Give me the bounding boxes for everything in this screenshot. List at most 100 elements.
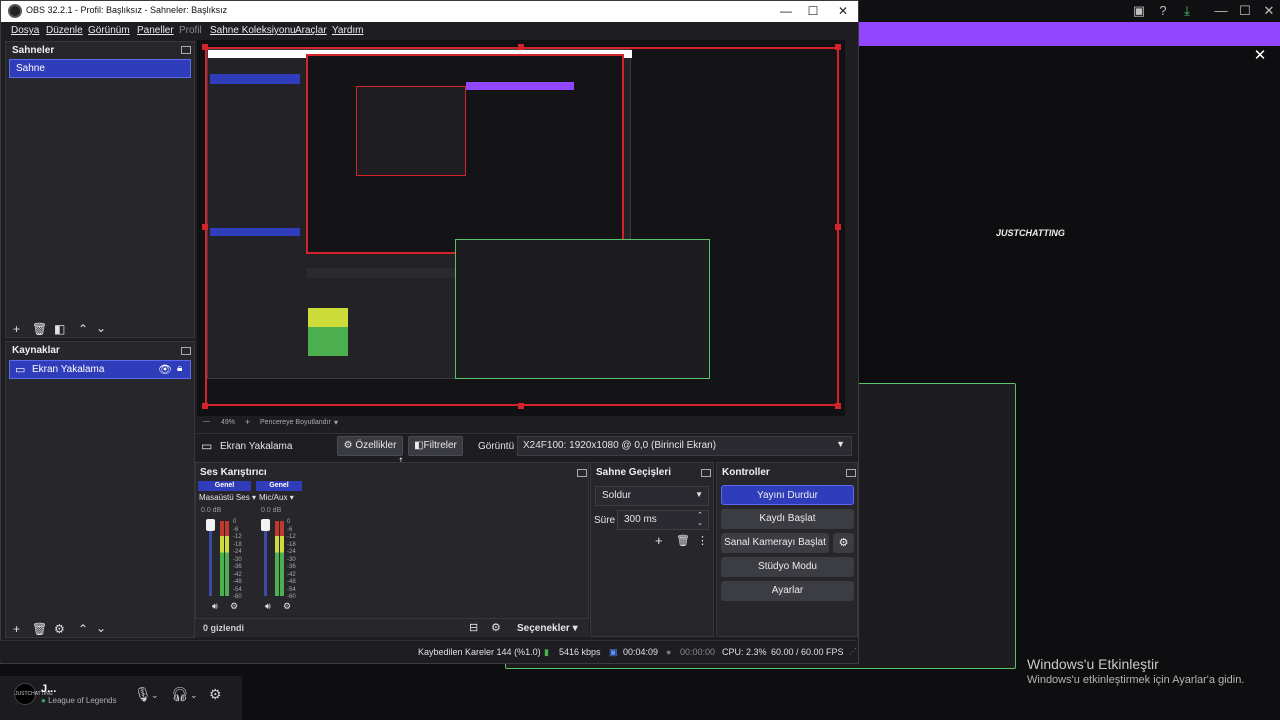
help-icon[interactable]: ? [1155, 3, 1171, 19]
speaker-icon[interactable]: 🔊︎ [265, 601, 271, 612]
chevron-down-icon[interactable]: ⌄ [151, 690, 159, 701]
volume-slider-track[interactable] [209, 521, 212, 596]
transform-handle[interactable] [835, 224, 841, 230]
transform-handle[interactable] [202, 224, 208, 230]
volume-slider-handle[interactable] [206, 519, 215, 531]
screen-capture-preview[interactable] [205, 47, 839, 406]
remove-source-icon[interactable]: 🗑︎ [32, 622, 47, 636]
start-recording-button[interactable]: Kaydı Başlat [721, 509, 854, 529]
scene-item[interactable]: Sahne [9, 59, 191, 78]
chevron-down-icon[interactable]: ▾ [334, 418, 338, 427]
menu-tools[interactable]: Araçlar [295, 25, 327, 36]
float-dock-icon[interactable] [181, 347, 191, 355]
chevron-down-icon[interactable]: ▼ [836, 439, 845, 449]
more-options-icon[interactable]: ⋮ [697, 534, 708, 547]
streaming-icon: ▣ [609, 647, 618, 657]
settings-gear-icon[interactable]: ⚙ [209, 686, 222, 703]
inbox-icon[interactable]: ▣ [1131, 3, 1147, 19]
channel-settings-icon[interactable]: ⚙ [283, 601, 291, 612]
transition-value: Soldur [602, 490, 631, 501]
add-source-icon[interactable]: + [13, 622, 20, 636]
transform-handle[interactable] [518, 44, 524, 50]
display-select[interactable]: X24F100: 1920x1080 @ 0,0 (Birincil Ekran… [517, 436, 852, 456]
properties-button[interactable]: ⚙ Özellikler [337, 436, 403, 456]
minimize-button[interactable]: — [772, 3, 800, 19]
lock-icon[interactable]: 🔒︎ [177, 363, 182, 374]
eye-icon[interactable]: 👁︎ [158, 363, 172, 376]
chevron-up-icon[interactable]: ⌃ [697, 511, 703, 519]
close-button[interactable]: ✕ [829, 3, 857, 19]
channel-settings-icon[interactable]: ⚙ [230, 601, 238, 612]
zoom-out-icon[interactable]: — [203, 418, 210, 425]
fit-to-window[interactable]: Pencereye Boyutlandır [260, 419, 331, 426]
audio-mixer-dock: Ses Karıştırıcı [195, 462, 589, 637]
menu-help[interactable]: Yardım [332, 25, 364, 36]
download-icon[interactable]: ⤓ [1179, 3, 1195, 19]
menu-profile[interactable]: Profil [179, 25, 202, 36]
add-transition-icon[interactable]: + [655, 533, 663, 548]
activation-title: Windows'u Etkinleştir [1027, 656, 1159, 672]
dropped-frames: Kaybedilen Kareler 144 (%1.0) [418, 647, 541, 657]
mic-aux-name[interactable]: Mic/Aux ▾ [259, 493, 294, 502]
chevron-down-icon[interactable]: ⌄ [190, 690, 198, 701]
remove-transition-icon[interactable]: 🗑︎ [676, 534, 690, 547]
remove-scene-icon[interactable]: 🗑︎ [32, 322, 47, 336]
menu-view[interactable]: Görünüm [88, 25, 130, 36]
transitions-title: Sahne Geçişleri [596, 467, 672, 478]
status-bar: Kaybedilen Kareler 144 (%1.0) ▮ 5416 kbp… [0, 640, 857, 662]
chevron-down-icon[interactable]: ▼ [695, 490, 703, 499]
maximize-button[interactable]: ☐ [799, 3, 827, 19]
transform-handle[interactable] [835, 403, 841, 409]
desktop-audio-name[interactable]: Masaüstü Ses ▾ [199, 493, 256, 502]
float-dock-icon[interactable] [181, 46, 191, 54]
bg-minimize-icon[interactable]: — [1213, 3, 1229, 19]
settings-button[interactable]: Ayarlar [721, 581, 854, 601]
duration-field[interactable]: 300 ms ⌃ ⌄ [617, 510, 709, 530]
float-dock-icon[interactable] [846, 469, 856, 477]
move-down-icon[interactable]: ⌄ [96, 621, 106, 635]
source-properties-icon[interactable]: ⚙ [54, 622, 65, 636]
menu-edit[interactable]: Düzenle [46, 25, 83, 36]
move-down-icon[interactable]: ⌄ [96, 321, 106, 335]
stop-streaming-button[interactable]: Yayını Durdur [721, 485, 854, 505]
layout-icon[interactable]: ⊟ [469, 621, 478, 634]
source-toolbar: ▭ Ekran Yakalama ⚙ Özellikler ◧Filtreler… [196, 433, 857, 459]
speaker-icon[interactable]: 🔊︎ [212, 601, 218, 612]
menu-file[interactable]: Dosya [11, 25, 39, 36]
studio-mode-button[interactable]: Stüdyo Modu [721, 557, 854, 577]
menu-docks[interactable]: Paneller [137, 25, 174, 36]
transform-handle[interactable] [518, 403, 524, 409]
move-up-icon[interactable]: ⌃ [78, 622, 88, 636]
float-dock-icon[interactable] [701, 469, 711, 477]
move-up-icon[interactable]: ⌃ [78, 322, 88, 336]
nested-preview [306, 54, 624, 254]
mixer-footer: 0 gizlendi ⊟ ⚙ Seçenekler ▾ [195, 618, 589, 637]
add-scene-icon[interactable]: + [13, 322, 20, 336]
avatar[interactable]: JUSTCHATTING [14, 683, 53, 705]
source-item[interactable]: ▭ Ekran Yakalama 👁︎ 🔒︎ [9, 360, 191, 379]
menu-scene-collection[interactable]: Sahne Koleksiyonu [210, 25, 296, 36]
transform-handle[interactable] [835, 44, 841, 50]
resize-grip-icon[interactable]: ⋰ [849, 647, 857, 656]
scene-filters-icon[interactable]: ◧ [54, 322, 65, 336]
advanced-audio-icon[interactable]: ⚙ [491, 621, 501, 634]
transform-handle[interactable] [202, 403, 208, 409]
microphone-icon[interactable]: 🎙︎ [134, 686, 152, 703]
bg-maximize-icon[interactable]: ☐ [1237, 3, 1253, 19]
volume-slider-handle[interactable] [261, 519, 270, 531]
virtual-camera-settings-icon[interactable]: ⚙ [833, 533, 854, 553]
options-button[interactable]: Seçenekler ▾ [517, 623, 578, 634]
headphones-icon[interactable]: 🎧︎ [171, 686, 189, 703]
close-icon[interactable]: ✕ [1252, 48, 1268, 64]
chevron-down-icon[interactable]: ⌄ [697, 519, 703, 527]
duration-value: 300 ms [624, 514, 657, 525]
volume-slider-track[interactable] [264, 521, 267, 596]
float-dock-icon[interactable] [577, 469, 587, 477]
transform-handle[interactable] [202, 44, 208, 50]
start-virtual-camera-button[interactable]: Sanal Kamerayı Başlat [721, 533, 829, 553]
transition-select[interactable]: Soldur ▼ [595, 486, 709, 506]
bg-close-icon[interactable]: ✕ [1261, 3, 1277, 19]
filters-button[interactable]: ◧Filtreler [408, 436, 463, 456]
zoom-level: 49% [221, 419, 236, 426]
zoom-in-icon[interactable]: + [245, 417, 250, 427]
